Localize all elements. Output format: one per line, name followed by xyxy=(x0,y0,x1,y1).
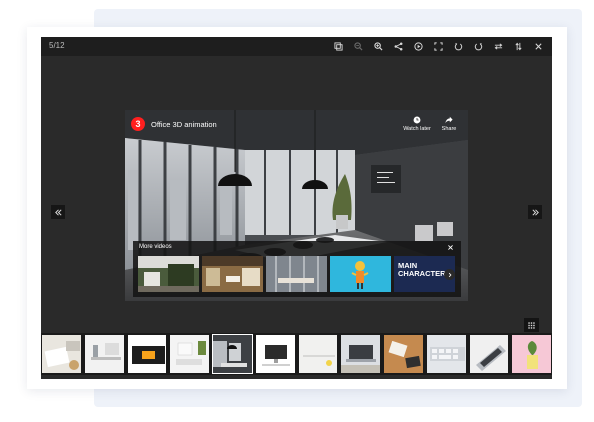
chevron-right-icon xyxy=(448,272,451,277)
zoom-out-icon[interactable] xyxy=(348,39,368,54)
share-video-button[interactable]: Share xyxy=(432,116,466,132)
thumbnail-7[interactable] xyxy=(298,334,339,374)
watch-later-label: Watch later xyxy=(403,126,431,132)
slide-counter: 5/12 xyxy=(49,41,65,50)
thumbnail-9[interactable] xyxy=(383,334,424,374)
keyboard-desk-image xyxy=(170,335,210,373)
toolbar-actions xyxy=(328,39,548,54)
fullscreen-icon[interactable] xyxy=(428,39,448,54)
more-videos-list: MAIN CHARACTER xyxy=(138,256,455,292)
more-videos-title: More videos xyxy=(139,244,172,250)
thumbnail-11[interactable] xyxy=(469,334,510,374)
thumbnail-10[interactable] xyxy=(426,334,467,374)
close-icon[interactable] xyxy=(528,39,548,54)
thumbnail-12[interactable] xyxy=(511,334,552,374)
share-icon[interactable] xyxy=(388,39,408,54)
keyboard-closeup-image xyxy=(426,335,466,373)
thumbnail-strip xyxy=(41,333,552,375)
close-icon xyxy=(447,244,453,250)
flip-vertical-icon[interactable] xyxy=(508,39,528,54)
next-slide-button[interactable] xyxy=(528,205,542,219)
thumbnails-icon[interactable] xyxy=(328,39,348,54)
thumbnail-3[interactable] xyxy=(127,334,168,374)
monitor-desk-image xyxy=(255,335,295,373)
video-title-bar: 3 Office 3D animation xyxy=(131,117,217,131)
more-videos-panel: More videos MAIN CHARACTER xyxy=(133,241,461,297)
glass-office-thumbnail-image xyxy=(266,256,327,292)
zoom-in-icon[interactable] xyxy=(368,39,388,54)
clock-icon xyxy=(413,116,421,124)
share-label: Share xyxy=(441,126,457,132)
more-videos-close-button[interactable] xyxy=(445,242,455,252)
viewer-toolbar: 5/12 xyxy=(41,37,552,56)
thumbnail-6[interactable] xyxy=(255,334,296,374)
channel-logo[interactable]: 3 xyxy=(131,117,145,131)
rotate-left-icon[interactable] xyxy=(448,39,468,54)
grid-view-button[interactable] xyxy=(524,318,539,332)
flip-horizontal-icon[interactable] xyxy=(488,39,508,54)
play-slideshow-icon[interactable] xyxy=(408,39,428,54)
related-video-thumbnail[interactable] xyxy=(202,256,263,292)
video-slide-image xyxy=(127,335,167,373)
youtube-video-embed[interactable]: 3 Office 3D animation Watch later Share … xyxy=(125,110,468,301)
thumbnail-5-active[interactable] xyxy=(212,334,253,374)
bright-workspace-image xyxy=(298,335,338,373)
pink-plant-image xyxy=(512,335,552,373)
white-desk-image xyxy=(84,335,124,373)
thumbnail-1[interactable] xyxy=(41,334,82,374)
laptop-desk-image xyxy=(341,335,381,373)
wooden-desk-image xyxy=(384,335,423,373)
laptop-angle-image xyxy=(469,335,509,373)
video-title[interactable]: Office 3D animation xyxy=(151,120,217,129)
desk-notebook-image xyxy=(42,335,81,373)
thumbnail-2[interactable] xyxy=(84,334,125,374)
related-video-thumbnail[interactable] xyxy=(138,256,199,292)
office-interior-image xyxy=(213,335,252,373)
office-green-thumbnail-image xyxy=(138,256,199,292)
previous-slide-button[interactable] xyxy=(51,205,65,219)
thumbnail-4[interactable] xyxy=(169,334,210,374)
cool-office-thumbnail-image xyxy=(202,256,263,292)
related-video-thumbnail[interactable] xyxy=(330,256,391,292)
cartoon-thumbnail-image xyxy=(330,256,391,292)
double-chevron-right-icon xyxy=(531,208,539,216)
watch-later-button[interactable]: Watch later xyxy=(400,116,434,132)
more-videos-next-button[interactable] xyxy=(444,269,455,280)
double-chevron-left-icon xyxy=(54,208,62,216)
rotate-right-icon[interactable] xyxy=(468,39,488,54)
share-arrow-icon xyxy=(445,116,453,124)
thumbnail-8[interactable] xyxy=(340,334,381,374)
grid-icon xyxy=(528,321,535,329)
lightbox-viewer: 5/12 3 Office 3D animation Watch later S… xyxy=(41,37,552,379)
related-video-thumbnail[interactable] xyxy=(266,256,327,292)
page-canvas: 5/12 3 Office 3D animation Watch later S… xyxy=(0,0,594,422)
